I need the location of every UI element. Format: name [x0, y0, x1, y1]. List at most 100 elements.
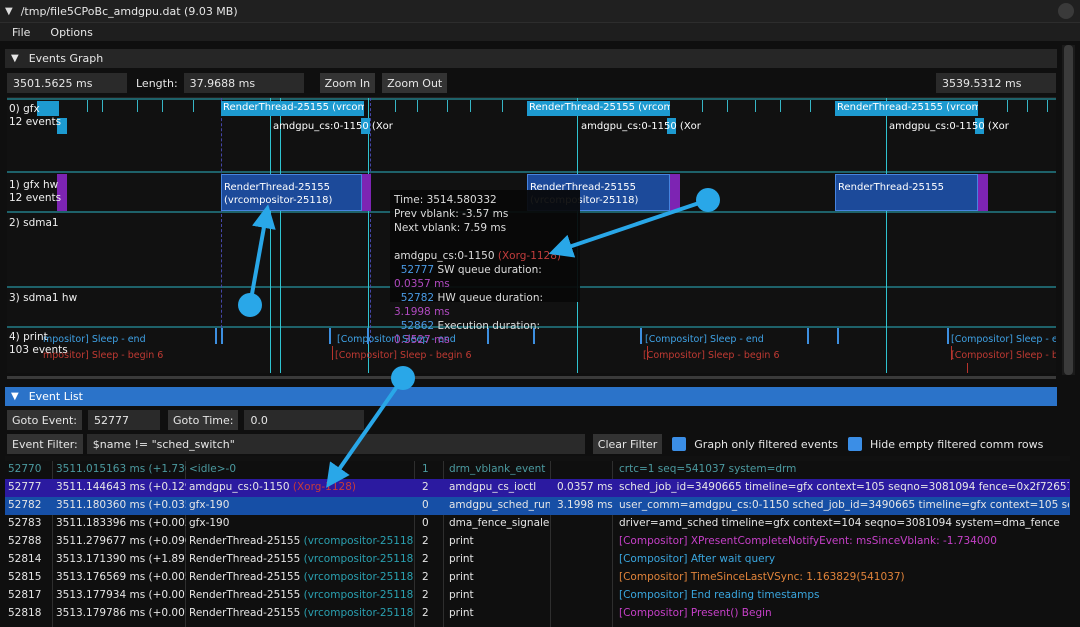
table-cell-comm: amdgpu_cs:0-1150 (Xorg-1128): [189, 481, 356, 493]
table-cell-event: drm_vblank_event: [449, 463, 546, 475]
menu-file[interactable]: File: [12, 26, 30, 39]
start-time-field[interactable]: 3501.5625 ms: [7, 73, 127, 93]
row-label-sdma1: 2) sdma1: [9, 217, 59, 229]
checkbox-icon: [672, 437, 687, 451]
menu-bar: File Options: [0, 23, 1080, 41]
table-cell-event: amdgpu_cs_ioctl: [449, 481, 537, 493]
table-cell-event: print: [449, 553, 474, 565]
vblank-line: [886, 98, 887, 373]
event-filter-button[interactable]: Event Filter:: [7, 434, 83, 454]
table-cell-id: 52814: [8, 553, 42, 565]
goto-time-button[interactable]: Goto Time:: [168, 410, 239, 430]
table-cell-info: [Compositor] XPresentCompleteNotifyEvent…: [619, 535, 997, 547]
event-filter-field[interactable]: $name != "sched_switch": [86, 434, 585, 454]
gfx-hw-event-box[interactable]: RenderThread-25155 (vrcompositor-25118): [221, 174, 362, 211]
table-cell-cpu: 2: [422, 607, 429, 619]
print-event-label: [Compositor] Sleep - begin 6: [643, 350, 780, 361]
table-row[interactable]: 52782 3511.180360 ms (+0.0357 gfx-190 0 amdg…: [5, 497, 1070, 515]
table-row[interactable]: 52815 3513.176569 ms (+0.0052 RenderThread…: [5, 569, 1070, 587]
table-cell-event: dma_fence_signaled: [449, 517, 550, 529]
clear-filter-button[interactable]: Clear Filter: [592, 434, 663, 454]
table-cell-comm: gfx-190: [189, 499, 230, 511]
window-title: /tmp/file5CPoBc_amdgpu.dat (9.03 MB): [20, 4, 238, 18]
table-cell-time: 3511.180360 ms (+0.0357: [56, 499, 186, 511]
table-cell-id: 52782: [8, 499, 42, 511]
row-separator: [7, 98, 1056, 100]
goto-event-button[interactable]: Goto Event:: [7, 410, 83, 430]
table-row[interactable]: 52783 3511.183396 ms (+0.0030 gfx-190 0 dma_…: [5, 515, 1070, 533]
graph-only-filtered-checkbox[interactable]: Graph only filtered events: [672, 437, 838, 451]
event-tooltip: Time: 3514.580332 Prev vblank: -3.57 ms …: [390, 190, 580, 346]
checkbox-icon: [847, 437, 862, 451]
event-list-title: Event List: [28, 390, 83, 403]
zoom-in-button[interactable]: Zoom In: [319, 73, 376, 93]
goto-event-field[interactable]: 52777: [88, 410, 161, 430]
selection-range: [221, 98, 371, 343]
length-field[interactable]: 37.9688 ms: [183, 73, 304, 93]
table-cell-cpu: 2: [422, 481, 429, 493]
table-cell-id: 52788: [8, 535, 42, 547]
table-row[interactable]: 52788 3511.279677 ms (+0.0963 RenderThread…: [5, 533, 1070, 551]
table-cell-time: 3511.279677 ms (+0.0963: [56, 535, 186, 547]
events-graph-title: Events Graph: [28, 52, 104, 65]
table-row[interactable]: 52777 3511.144643 ms (+0.1295 amdgpu_cs:0-…: [5, 479, 1070, 497]
table-cell-time: 3511.183396 ms (+0.0030: [56, 517, 186, 529]
table-cell-id: 52817: [8, 589, 42, 601]
table-cell-comm: gfx-190: [189, 517, 230, 529]
table-cell-info: crtc=1 seq=541037 system=drm: [619, 463, 797, 475]
table-cell-comm: RenderThread-25155 (vrcompositor-25118): [189, 607, 414, 619]
table-cell-id: 52815: [8, 571, 42, 583]
graph-controls: 3501.5625 ms Length: 37.9688 ms Zoom In …: [7, 73, 448, 93]
zoom-out-button[interactable]: Zoom Out: [382, 73, 448, 93]
hide-empty-comm-checkbox[interactable]: Hide empty filtered comm rows: [847, 437, 1043, 451]
gfx-hw-marker: [978, 174, 988, 211]
graph-scrollbar[interactable]: [1062, 45, 1075, 375]
table-cell-time: 3513.179786 ms (+0.0019: [56, 607, 186, 619]
table-cell-time: 3511.144643 ms (+0.1295: [56, 481, 186, 493]
table-cell-id: 52783: [8, 517, 42, 529]
goto-time-field[interactable]: 0.0: [244, 410, 365, 430]
print-event-label: [Compositor] Sleep - begin 6: [951, 350, 1056, 361]
table-cell-cpu: 2: [422, 535, 429, 547]
end-time-field[interactable]: 3539.5312 ms: [936, 73, 1056, 93]
table-cell-info: [Compositor] After wait query: [619, 553, 776, 565]
table-cell-event: print: [449, 571, 474, 583]
print-event-label: [Compositor] Sleep - end: [951, 334, 1056, 345]
menu-options[interactable]: Options: [50, 26, 92, 39]
goto-controls: Goto Event: 52777 Goto Time: 0.0: [7, 410, 365, 430]
table-cell-info: [Compositor] End reading timestamps: [619, 589, 820, 601]
row-label-print: 4) print 103 events: [9, 331, 68, 356]
table-cell-info: [Compositor] TimeSinceLastVSync: 1.16382…: [619, 571, 905, 583]
table-cell-info: user_comm=amdgpu_cs:0-1150 sched_job_id=…: [619, 499, 1069, 511]
table-row[interactable]: 52818 3513.179786 ms (+0.0019 RenderThread…: [5, 605, 1070, 623]
graph-splitter[interactable]: [7, 376, 1056, 379]
collapse-triangle-icon[interactable]: ▼: [5, 6, 13, 17]
row-label-sdma1-hw: 3) sdma1 hw: [9, 292, 78, 304]
event-table: 52770 3511.015163 ms (+1.7367 <idle>-0 1 drm…: [5, 456, 1070, 627]
table-row[interactable]: 52814 3513.171390 ms (+1.8917 RenderThread…: [5, 551, 1070, 569]
event-list-header[interactable]: ▼ Event List: [5, 387, 1057, 406]
table-cell-cpu: 1: [422, 463, 429, 475]
table-cell-cpu: 0: [422, 517, 429, 529]
table-cell-time: 3513.177934 ms (+0.0014: [56, 589, 186, 601]
print-event-label: [Compositor] Sleep - begin 6: [335, 350, 472, 361]
table-row[interactable]: 52817 3513.177934 ms (+0.0014 RenderThread…: [5, 587, 1070, 605]
events-graph-header[interactable]: ▼ Events Graph: [5, 49, 1057, 68]
length-label: Length:: [136, 76, 178, 90]
gfx-hw-event-box[interactable]: RenderThread-25155: [835, 174, 978, 211]
row-label-gfx-hw: 1) gfx hw 12 events: [9, 179, 62, 204]
gfx-event-render-thread[interactable]: RenderThread-25155 (vrcomposito: [835, 101, 978, 116]
table-row[interactable]: 52770 3511.015163 ms (+1.7367 <idle>-0 1 drm…: [5, 461, 1070, 479]
table-cell-cpu: 2: [422, 553, 429, 565]
table-cell-cpu: 0: [422, 499, 429, 511]
table-cell-event: print: [449, 607, 474, 619]
gfx-event-render-thread[interactable]: RenderThread-25155 (vrcomposito: [221, 101, 364, 116]
close-icon[interactable]: [1058, 3, 1074, 19]
table-cell-id: 52818: [8, 607, 42, 619]
table-cell-event: amdgpu_sched_run_: [449, 499, 550, 511]
gfx-event-amdgpu-cs-label: amdgpu_cs:0-1150 (Xor: [889, 121, 1009, 132]
table-cell-comm: RenderThread-25155 (vrcompositor-25118): [189, 589, 414, 601]
table-cell-comm: <idle>-0: [189, 463, 237, 475]
gfx-event-render-thread[interactable]: RenderThread-25155 (vrcomposito: [527, 101, 670, 116]
table-cell-time: 3511.015163 ms (+1.7367: [56, 463, 186, 475]
